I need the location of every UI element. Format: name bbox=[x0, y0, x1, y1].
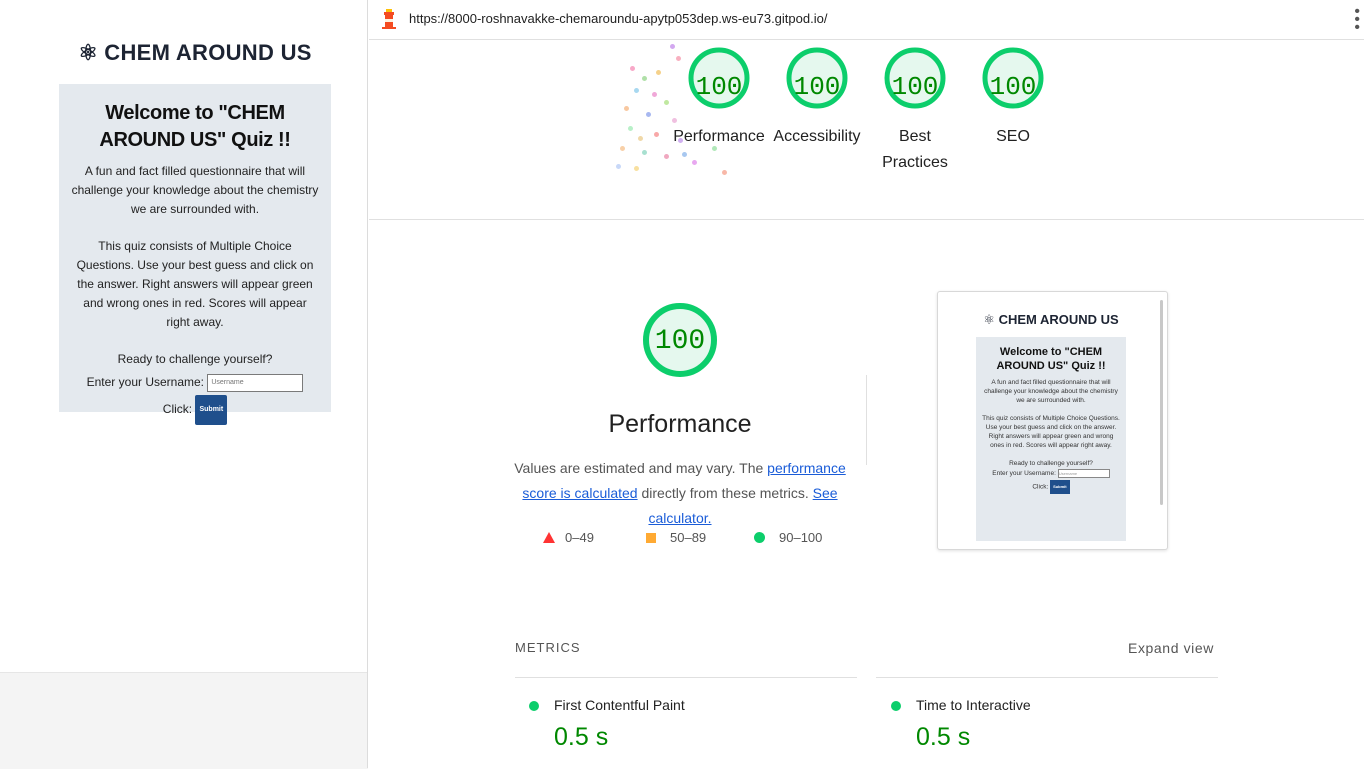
vertical-separator bbox=[866, 375, 867, 465]
gauge-label: SEO bbox=[996, 128, 1030, 145]
pane-divider bbox=[367, 0, 368, 768]
username-row: Enter your Username: bbox=[59, 371, 331, 393]
metric-label: Time to Interactive bbox=[916, 697, 1031, 713]
gauge-label: Accessibility bbox=[773, 128, 861, 145]
thumbnail-intro: A fun and fact filled questionnaire that… bbox=[984, 379, 1118, 404]
legend-fail-text: 0–49 bbox=[565, 530, 594, 545]
thumbnail-site-title: ⚛ CHEM AROUND US bbox=[938, 312, 1164, 328]
thumbnail-welcome-card: Welcome to "CHEM AROUND US" Quiz !! A fu… bbox=[976, 337, 1126, 541]
description-prefix: Values are estimated and may vary. The bbox=[514, 460, 768, 476]
submit-row: Click: Submit bbox=[59, 395, 331, 425]
gauge-best-practices[interactable]: 100 Best Practices bbox=[865, 46, 965, 176]
metrics-heading: METRICS bbox=[515, 640, 581, 655]
username-input[interactable] bbox=[207, 373, 304, 392]
metric-divider bbox=[515, 677, 857, 678]
atom-icon: ⚛ bbox=[78, 40, 99, 65]
gauge-score: 100 bbox=[793, 72, 841, 102]
welcome-heading: Welcome to "CHEM AROUND US" Quiz !! bbox=[99, 102, 291, 151]
gauge-performance[interactable]: 100 Performance bbox=[669, 46, 769, 150]
thumbnail-username-label: Enter your Username: bbox=[992, 470, 1056, 477]
pass-circle-icon bbox=[529, 701, 539, 711]
ready-text: Ready to challenge yourself? bbox=[117, 352, 273, 366]
instructions-text: This quiz consists of Multiple Choice Qu… bbox=[76, 239, 314, 329]
atom-icon: ⚛ bbox=[983, 312, 999, 327]
legend-pass: 90–100 bbox=[754, 530, 822, 545]
gauge-label: Performance bbox=[673, 128, 765, 145]
performance-description: Values are estimated and may vary. The p… bbox=[505, 456, 855, 531]
site-preview-pane: ⚛ CHEM AROUND US Welcome to "CHEM AROUND … bbox=[0, 0, 368, 769]
lighthouse-icon bbox=[382, 9, 396, 29]
metric-value: 0.5 s bbox=[554, 723, 609, 751]
gauge-score: 100 bbox=[989, 72, 1037, 102]
report-url-bar: https://8000-roshnavakke-chemaroundu-apy… bbox=[369, 0, 1364, 40]
legend-pass-text: 90–100 bbox=[779, 530, 823, 545]
username-label: Enter your Username: bbox=[86, 375, 205, 389]
click-label: Click: bbox=[162, 402, 193, 417]
thumbnail-submit-button: Submit bbox=[1050, 480, 1070, 494]
thumbnail-username-input: Username bbox=[1057, 468, 1110, 478]
welcome-card: Welcome to "CHEM AROUND US" Quiz !! A fu… bbox=[59, 84, 331, 425]
final-screenshot-thumbnail[interactable]: ⚛ CHEM AROUND US Welcome to "CHEM AROUND… bbox=[937, 291, 1168, 550]
legend-average-text: 50–89 bbox=[670, 530, 707, 545]
thumbnail-instructions: This quiz consists of Multiple Choice Qu… bbox=[982, 415, 1120, 449]
site-title-text: CHEM AROUND US bbox=[104, 40, 312, 65]
metric-value: 0.5 s bbox=[916, 723, 971, 751]
pass-circle-icon bbox=[891, 701, 901, 711]
square-icon bbox=[646, 533, 656, 543]
description-middle: directly from these metrics. bbox=[637, 485, 813, 501]
performance-gauge: 100 bbox=[640, 300, 720, 380]
legend-average: 50–89 bbox=[646, 530, 706, 545]
thumbnail-submit-row: Click: Submit bbox=[976, 480, 1126, 494]
site-title: ⚛ CHEM AROUND US bbox=[0, 40, 390, 66]
gauge-accessibility[interactable]: 100 Accessibility bbox=[767, 46, 867, 150]
performance-title: Performance bbox=[608, 410, 752, 438]
metric-divider bbox=[876, 677, 1218, 678]
thumbnail-click-label: Click: bbox=[1032, 483, 1049, 491]
triangle-icon bbox=[543, 532, 555, 543]
legend-fail: 0–49 bbox=[543, 530, 594, 545]
circle-icon bbox=[754, 532, 765, 543]
thumbnail-ready: Ready to challenge yourself? bbox=[1009, 460, 1093, 467]
expand-view-toggle[interactable]: Expand view bbox=[1128, 640, 1214, 656]
gauge-label: Best Practices bbox=[882, 128, 948, 171]
preview-bottom-band bbox=[0, 672, 368, 769]
gauge-score: 100 bbox=[891, 72, 939, 102]
kebab-menu-icon[interactable]: • • • bbox=[1354, 4, 1360, 36]
thumbnail-username-row: Enter your Username: Username bbox=[976, 468, 1126, 480]
section-divider bbox=[369, 219, 1364, 220]
metric-label: First Contentful Paint bbox=[554, 697, 685, 713]
thumbnail-scrollbar[interactable] bbox=[1160, 300, 1163, 505]
gauge-seo[interactable]: 100 SEO bbox=[963, 46, 1063, 150]
submit-button[interactable]: Submit bbox=[195, 395, 228, 425]
gauge-score: 100 bbox=[695, 72, 743, 102]
report-url[interactable]: https://8000-roshnavakke-chemaroundu-apy… bbox=[409, 11, 827, 26]
performance-score: 100 bbox=[654, 326, 706, 357]
thumbnail-title-text: CHEM AROUND US bbox=[998, 312, 1119, 327]
thumbnail-heading: Welcome to "CHEM AROUND US" Quiz !! bbox=[996, 346, 1106, 372]
intro-text: A fun and fact filled questionnaire that… bbox=[71, 164, 319, 216]
